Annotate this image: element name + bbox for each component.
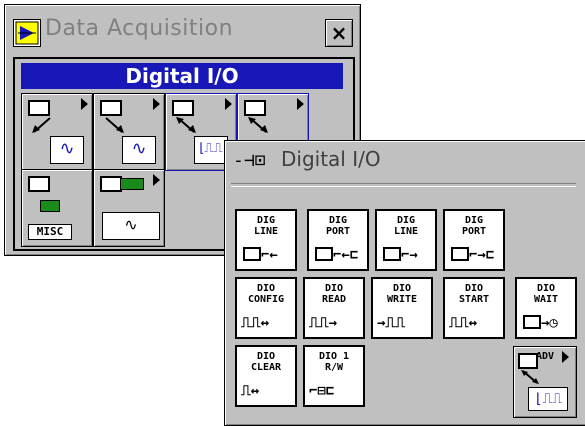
- tile-label-1: DIO: [536, 283, 556, 294]
- close-button[interactable]: ×: [325, 19, 353, 47]
- window-title: Data Acquisition: [45, 16, 234, 41]
- analog-input-subpalette[interactable]: ∿: [21, 93, 93, 171]
- tile-label-2: WAIT: [533, 294, 559, 305]
- config-pulse-icon: ⎍⎍↔: [241, 315, 270, 331]
- tile-label-1: DIO: [392, 283, 412, 294]
- dio-single-read-write-vi[interactable]: DIO 1 R/W ⌐⊟⊏: [303, 345, 365, 407]
- tile-label-2: CLEAR: [250, 362, 282, 373]
- signal-conditioning-subpalette[interactable]: ∿: [93, 169, 165, 247]
- adv-label: ADV: [536, 351, 555, 362]
- computer-icon: [244, 100, 266, 116]
- line-in-icon: ⌐←: [261, 247, 278, 263]
- computer-icon: [383, 247, 401, 261]
- expand-arrow-icon: [297, 98, 304, 110]
- tile-label-2: READ: [321, 294, 347, 305]
- calibration-config-subpalette[interactable]: MISC: [21, 169, 93, 247]
- tile-label-1: DIG: [464, 215, 484, 226]
- computer-icon: [315, 247, 333, 261]
- dig-port-read-vi[interactable]: DIG PORT ⌐←⊏: [307, 209, 369, 271]
- expand-arrow-icon: [81, 98, 88, 110]
- computer-icon: [518, 353, 538, 369]
- dio-config-vi[interactable]: DIO CONFIG ⎍⎍↔: [235, 277, 297, 339]
- dio-start-vi[interactable]: DIO START ⎍⎍↔: [443, 277, 505, 339]
- computer-icon: [28, 176, 50, 192]
- read-write-icon: ⌐⊟⊏: [309, 383, 335, 399]
- tile-label-1: DIO 1: [318, 351, 350, 362]
- write-pulse-icon: →⎍⎍: [377, 315, 406, 331]
- digital-pulse-icon: ⌊⎍⎍: [528, 387, 568, 411]
- tile-label-1: DIG: [328, 215, 348, 226]
- expand-arrow-icon: [153, 174, 160, 186]
- title-separator: [231, 183, 576, 187]
- tile-label-2: R/W: [324, 362, 344, 373]
- board-chip-icon: [120, 178, 144, 190]
- signal-conversion-icon: ∿: [102, 212, 160, 240]
- tile-label-1: DIO: [324, 283, 344, 294]
- bidirectional-arrow-icon: [521, 370, 539, 384]
- sine-wave-icon: ∿: [122, 136, 156, 164]
- tile-label-1: DIO: [256, 351, 276, 362]
- tile-label-2: CONFIG: [247, 294, 285, 305]
- tile-label-2: PORT: [325, 226, 351, 237]
- port-in-icon: ⌐←⊏: [333, 247, 359, 263]
- computer-icon: [28, 100, 50, 116]
- dio-read-vi[interactable]: DIO READ ⎍⎍→: [303, 277, 365, 339]
- tile-label-1: DIG: [256, 215, 276, 226]
- digital-pulse-icon: ⌊⎍⎍: [194, 136, 228, 164]
- tile-label-2: LINE: [393, 226, 419, 237]
- dio-wait-vi[interactable]: DIO WAIT →◷: [515, 277, 577, 339]
- computer-icon: [172, 100, 194, 116]
- arrow-icon: [105, 117, 124, 133]
- port-out-icon: ⌐→⊏: [469, 247, 495, 263]
- sine-wave-icon: ∿: [50, 136, 84, 164]
- tile-label-2: PORT: [461, 226, 487, 237]
- palette-header: Digital I/O: [21, 63, 343, 89]
- title-bar[interactable]: Data Acquisition ×: [9, 11, 354, 51]
- computer-icon: [243, 247, 261, 261]
- bidirectional-arrow-icon: [248, 117, 268, 133]
- palette-title: Digital I/O: [281, 147, 381, 171]
- expand-arrow-icon: [225, 98, 232, 110]
- computer-icon: [100, 100, 122, 116]
- wait-clock-icon: →◷: [541, 315, 558, 331]
- labview-icon: [13, 19, 41, 47]
- expand-arrow-icon: [562, 351, 569, 363]
- computer-icon: [451, 247, 469, 261]
- tile-label-1: DIG: [396, 215, 416, 226]
- tile-label-1: DIO: [256, 283, 276, 294]
- start-pulse-icon: ⎍⎍↔: [449, 315, 478, 331]
- dig-line-read-vi[interactable]: DIG LINE ⌐←: [235, 209, 297, 271]
- misc-label: MISC: [28, 224, 72, 240]
- analog-output-subpalette[interactable]: ∿: [93, 93, 165, 171]
- tile-label-2: WRITE: [386, 294, 418, 305]
- pushpin-icon[interactable]: -⊣⊡: [233, 149, 283, 173]
- clear-pulse-icon: ⎍↔: [241, 383, 260, 399]
- board-chip-icon: [40, 200, 60, 212]
- dio-write-vi[interactable]: DIO WRITE →⎍⎍: [371, 277, 433, 339]
- expand-arrow-icon: [153, 98, 160, 110]
- dig-port-write-vi[interactable]: DIG PORT ⌐→⊏: [443, 209, 505, 271]
- advanced-digital-subpalette[interactable]: ADV ⌊⎍⎍: [513, 346, 577, 418]
- dio-clear-vi[interactable]: DIO CLEAR ⎍↔: [235, 345, 297, 407]
- line-out-icon: ⌐→: [401, 247, 418, 263]
- dig-line-write-vi[interactable]: DIG LINE ⌐→: [375, 209, 437, 271]
- tile-label-2: LINE: [253, 226, 279, 237]
- computer-icon: [523, 315, 541, 329]
- computer-icon: [100, 176, 122, 192]
- bidirectional-arrow-icon: [176, 117, 196, 133]
- read-pulse-icon: ⎍⎍→: [309, 315, 338, 331]
- arrow-icon: [32, 117, 51, 133]
- tile-label-1: DIO: [464, 283, 484, 294]
- tile-label-2: START: [458, 294, 490, 305]
- digital-io-palette: -⊣⊡ Digital I/O DIG LINE ⌐← DIG PORT ⌐←⊏…: [224, 140, 585, 426]
